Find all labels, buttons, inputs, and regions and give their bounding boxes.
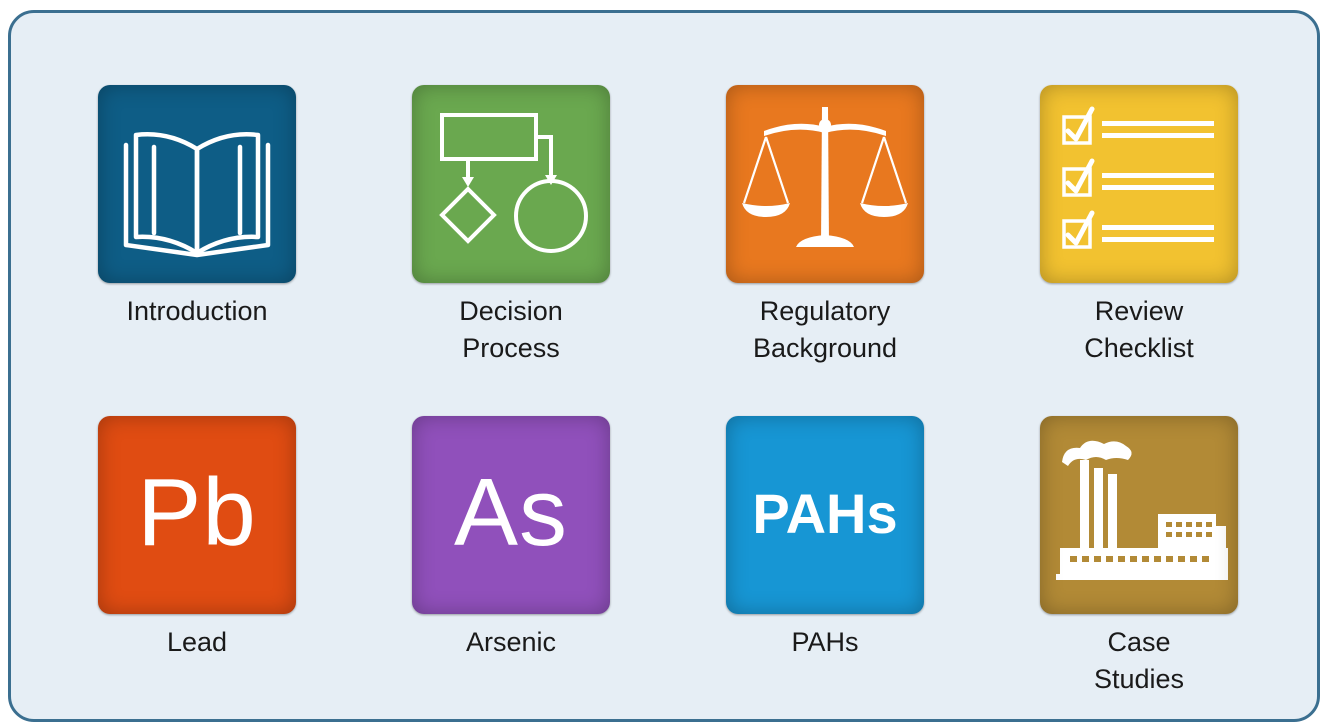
pahs-symbol: PAHs <box>752 482 898 546</box>
decision-process-tile[interactable] <box>412 85 610 283</box>
introduction-label: Introduction <box>126 296 268 326</box>
case-studies-tile[interactable] <box>1040 416 1238 614</box>
lead-button[interactable]: Pb Lead <box>98 416 296 661</box>
lead-label: Lead <box>166 627 228 657</box>
checklist-icon <box>1062 106 1214 249</box>
lead-symbol: Pb <box>137 458 257 566</box>
open-book-icon <box>123 132 271 258</box>
regulatory-background-label: Regulatory Background <box>752 296 898 363</box>
lead-tile[interactable]: Pb <box>98 416 296 614</box>
case-studies-button[interactable]: Case Studies <box>1040 416 1238 698</box>
pahs-tile[interactable]: PAHs <box>726 416 924 614</box>
pahs-label: PAHs <box>791 627 859 657</box>
flowchart-icon <box>439 113 588 253</box>
decision-process-label: Decision Process <box>459 296 563 363</box>
regulatory-background-tile[interactable] <box>726 85 924 283</box>
case-studies-label: Case Studies <box>1093 627 1185 694</box>
review-checklist-tile[interactable] <box>1040 85 1238 283</box>
regulatory-background-button[interactable]: Regulatory Background <box>726 85 924 367</box>
pahs-button[interactable]: PAHs PAHs <box>726 416 924 661</box>
review-checklist-label: Review Checklist <box>1084 296 1194 363</box>
arsenic-tile[interactable]: As <box>412 416 610 614</box>
arsenic-symbol: As <box>453 458 569 566</box>
introduction-tile[interactable] <box>98 85 296 283</box>
introduction-button[interactable]: Introduction <box>98 85 296 330</box>
scales-of-justice-icon <box>742 107 908 247</box>
decision-process-button[interactable]: Decision Process <box>412 85 610 367</box>
topic-panel: Introduction Decision Process Regulatory… <box>8 10 1320 722</box>
arsenic-label: Arsenic <box>465 627 557 657</box>
factory-icon <box>1056 440 1228 580</box>
review-checklist-button[interactable]: Review Checklist <box>1040 85 1238 367</box>
arsenic-button[interactable]: As Arsenic <box>412 416 610 661</box>
